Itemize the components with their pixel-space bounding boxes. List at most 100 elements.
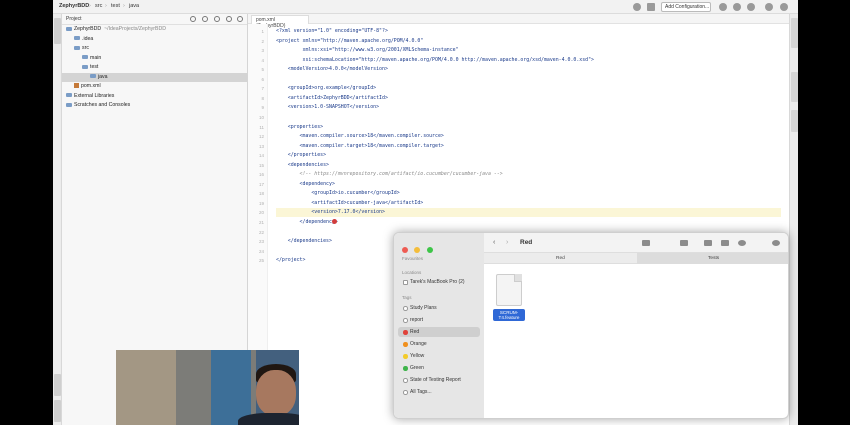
- folder-icon: [74, 36, 80, 41]
- forward-icon[interactable]: ›: [506, 239, 508, 246]
- code-line[interactable]: <maven.compiler.source>18</maven.compile…: [276, 132, 444, 141]
- tag-item[interactable]: Green: [398, 363, 480, 373]
- laptop-icon: [403, 280, 408, 285]
- tree-item[interactable]: java: [62, 72, 247, 82]
- expand-all-icon[interactable]: [202, 16, 208, 22]
- stop-icon[interactable]: [747, 3, 755, 11]
- gradle-tool-tab[interactable]: [791, 110, 798, 132]
- tree-item[interactable]: src: [62, 44, 247, 54]
- line-number: 10: [258, 114, 264, 120]
- breadcrumb-project[interactable]: ZephyrBDD: [59, 3, 89, 9]
- code-line[interactable]: <maven.compiler.target>18</maven.compile…: [276, 142, 444, 151]
- sidebar-item-label: Tarek's MacBook Pro (2): [410, 279, 465, 285]
- run-icon[interactable]: [719, 3, 727, 11]
- settings-icon[interactable]: [780, 3, 788, 11]
- finder-window: Favourites Locations Tarek's MacBook Pro…: [393, 232, 789, 419]
- locate-icon[interactable]: [190, 16, 196, 22]
- run-configuration-dropdown[interactable]: Add Configuration...: [661, 2, 711, 12]
- icon-view-icon[interactable]: [642, 240, 650, 246]
- minimize-window-button[interactable]: [414, 247, 421, 253]
- code-line[interactable]: <groupId>org.example</groupId>: [276, 84, 376, 93]
- tag-item[interactable]: Red: [398, 327, 480, 337]
- tree-item[interactable]: test: [62, 63, 247, 73]
- code-line[interactable]: <groupId>io.cucumber</groupId>: [276, 189, 399, 198]
- tree-item[interactable]: ZephyrBDD ~/IdeaProjects/ZephyrBDD: [62, 25, 247, 35]
- favourites-heading: Favourites: [402, 256, 424, 261]
- line-number: 18: [258, 191, 264, 197]
- code-line[interactable]: <?xml version="1.0" encoding="UTF-8"?>: [276, 27, 388, 36]
- code-line[interactable]: </dependency>: [276, 218, 338, 227]
- tree-item[interactable]: pom.xml: [62, 82, 247, 92]
- tag-item[interactable]: report: [398, 315, 480, 325]
- code-line[interactable]: <project xmlns="http://maven.apache.org/…: [276, 37, 423, 46]
- structure-tool-tab[interactable]: [54, 374, 61, 396]
- code-line[interactable]: <artifactId>cucumber-java</artifactId>: [276, 199, 423, 208]
- code-line[interactable]: <artifactId>ZephyrBDD</artifactId>: [276, 94, 388, 103]
- project-tool-tab[interactable]: [54, 18, 61, 44]
- breadcrumb-src[interactable]: src: [95, 3, 102, 9]
- right-tool-strip: [789, 14, 798, 425]
- hide-panel-icon[interactable]: [237, 16, 243, 22]
- line-number: 4: [261, 57, 264, 63]
- more-actions-icon[interactable]: [738, 240, 746, 246]
- project-panel-title[interactable]: Project: [66, 16, 82, 22]
- folder-icon: [82, 55, 88, 60]
- code-line[interactable]: xmlns:xsi="http://www.w3.org/2001/XMLSch…: [276, 46, 458, 55]
- sidebar-item-macbook[interactable]: Tarek's MacBook Pro (2): [398, 277, 480, 287]
- tag-icon[interactable]: [721, 240, 729, 246]
- code-line[interactable]: <!-- https://mvnrepository.com/artifact/…: [276, 170, 503, 179]
- search-icon[interactable]: [772, 240, 780, 246]
- line-number: 17: [258, 181, 264, 187]
- file-icon[interactable]: [496, 274, 522, 306]
- search-icon[interactable]: [765, 3, 773, 11]
- code-line[interactable]: </dependencies>: [276, 237, 332, 246]
- back-icon[interactable]: ‹: [493, 239, 495, 246]
- tag-item[interactable]: Study Plans: [398, 303, 480, 313]
- tag-item[interactable]: All Tags...: [398, 387, 480, 397]
- collapse-all-icon[interactable]: [214, 16, 220, 22]
- share-icon[interactable]: [704, 240, 712, 246]
- error-marker-icon[interactable]: [332, 219, 337, 224]
- code-line[interactable]: xsi:schemaLocation="http://maven.apache.…: [276, 56, 594, 65]
- breadcrumb-java[interactable]: java: [129, 3, 139, 9]
- user-icon[interactable]: [633, 3, 641, 11]
- code-line[interactable]: <dependency>: [276, 180, 335, 189]
- tag-item[interactable]: Orange: [398, 339, 480, 349]
- tag-label: Red: [410, 329, 420, 335]
- close-window-button[interactable]: [402, 247, 408, 253]
- hammer-icon[interactable]: [647, 3, 655, 11]
- code-line[interactable]: <properties>: [276, 123, 323, 132]
- debug-icon[interactable]: [733, 3, 741, 11]
- presenter-face: [256, 370, 296, 416]
- tab-red[interactable]: Red: [556, 256, 565, 261]
- code-line[interactable]: </properties>: [276, 151, 326, 160]
- line-number: 16: [258, 172, 264, 178]
- code-line[interactable]: <modelVersion>4.0.0</modelVersion>: [276, 65, 388, 74]
- group-view-icon[interactable]: [680, 240, 688, 246]
- tab-pom-xml[interactable]: pom.xml (ZephyrBDD): [251, 15, 309, 29]
- code-line[interactable]: <version>7.17.0</version>: [276, 208, 781, 218]
- options-icon[interactable]: [226, 16, 232, 22]
- file-name-label[interactable]: SCRUM- T4.feature: [493, 309, 525, 321]
- code-line[interactable]: <version>1.0-SNAPSHOT</version>: [276, 103, 379, 112]
- tab-tests[interactable]: Tests: [708, 256, 719, 261]
- tag-item[interactable]: Yellow: [398, 351, 480, 361]
- zoom-window-button[interactable]: [426, 247, 433, 253]
- tag-color-icon: [403, 366, 408, 371]
- line-number: 7: [261, 86, 264, 92]
- tree-item[interactable]: Scratches and Consoles: [62, 101, 247, 111]
- tree-item[interactable]: main: [62, 54, 247, 64]
- line-number: 13: [258, 143, 264, 149]
- code-line[interactable]: <dependencies>: [276, 161, 329, 170]
- maven-tool-tab[interactable]: [791, 72, 798, 102]
- notifications-tool-tab[interactable]: [791, 18, 798, 48]
- editor-tab-bar: pom.xml (ZephyrBDD): [248, 14, 789, 29]
- tree-item[interactable]: External Libraries: [62, 92, 247, 102]
- tag-item[interactable]: State of Testing Report: [398, 375, 480, 385]
- bookmarks-tool-tab[interactable]: [54, 400, 61, 422]
- code-line[interactable]: </project>: [276, 256, 305, 265]
- breadcrumb-test[interactable]: test: [111, 3, 120, 9]
- tree-item[interactable]: .idea: [62, 35, 247, 45]
- folder-icon: [74, 45, 80, 50]
- background-window: [211, 350, 251, 425]
